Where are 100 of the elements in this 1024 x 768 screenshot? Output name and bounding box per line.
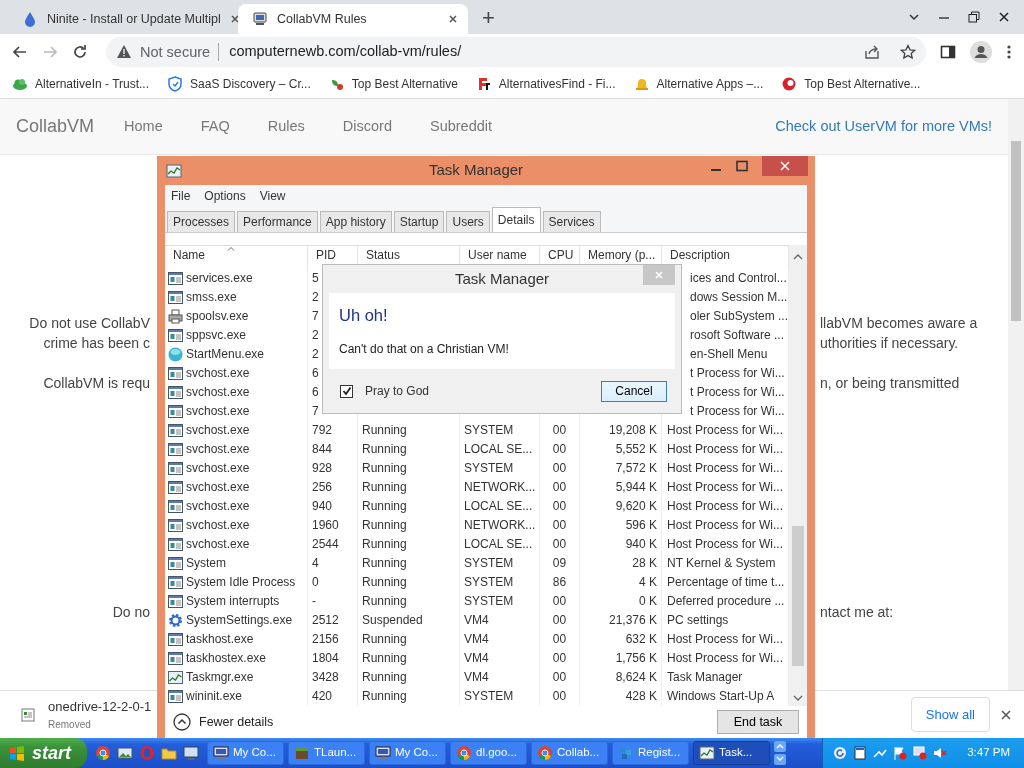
menu-icon[interactable] [1006,44,1012,60]
profile-icon[interactable] [970,41,992,63]
bookmark[interactable]: Top Best Alternative [328,75,458,93]
close-icon[interactable] [1000,708,1012,721]
taskbar-button[interactable]: Collab... [531,741,608,765]
bookmark[interactable]: AlternativeIn - Trust... [12,75,150,93]
tab[interactable]: Performance [237,211,318,232]
program-icon [168,423,183,438]
column-header[interactable]: Name [165,246,308,269]
picture-viewer-icon[interactable] [117,745,133,761]
bookmark[interactable]: SaaS Discovery – Cr... [167,75,311,93]
chevron-up-circle-icon [173,713,191,731]
chart-icon [699,745,715,761]
menu-item[interactable]: Options [204,186,246,205]
nav-link[interactable]: Rules [267,115,305,138]
nav-link[interactable]: FAQ [200,115,230,138]
flag-alert-icon[interactable] [893,746,908,760]
checkbox[interactable] [340,384,353,398]
tab[interactable]: Startup [393,211,445,232]
refresh-icon[interactable] [833,746,848,760]
process-name: spoolsv.exe [186,308,249,325]
checkbox-label[interactable]: Pray to God [365,382,430,400]
side-panel-icon[interactable] [940,44,956,60]
nav-link[interactable]: Discord [342,115,392,138]
start-button[interactable]: start [0,738,87,768]
process-name: taskhost.exe [186,631,254,648]
table-cell: VM4 [460,611,540,630]
taskbar-button[interactable]: Task... [693,741,770,765]
program-icon [168,575,183,590]
dialog-title: Task Manager [453,268,551,289]
process-name: svchost.exe [186,479,250,496]
browser-tab[interactable]: CollabVM Rules [238,4,468,34]
site-brand[interactable]: CollabVM [16,113,95,140]
table-cell: 256 [308,478,358,497]
tab[interactable]: Processes [167,211,236,232]
taskbar-button[interactable]: TLaun... [288,741,365,765]
table-cell: 5,552 K [580,440,662,459]
menu-item[interactable]: View [259,186,286,205]
nav-link[interactable]: Home [124,115,163,138]
fewer-details-button[interactable]: Fewer details [173,712,274,732]
table-cell: 00 [540,611,580,630]
scroll-arrows-icon[interactable] [774,741,786,765]
computer-icon [213,745,229,761]
cancel-button[interactable]: Cancel [601,380,667,402]
maximize-icon[interactable] [736,160,748,172]
bookmark[interactable]: AlternativesFind - Fi... [475,75,616,93]
folder-icon[interactable] [161,745,177,761]
tab[interactable]: Services [542,211,601,232]
checkmark-icon [341,386,352,396]
table-cell: 00 [540,478,580,497]
tab[interactable]: Details [491,207,541,232]
bookmark[interactable]: Top Best Alternative... [781,75,921,93]
tab[interactable]: Users [446,211,490,232]
restore-icon[interactable] [968,11,980,23]
chevron-down-icon[interactable] [793,694,803,702]
chevron-down-icon[interactable] [908,11,920,23]
program-icon [168,632,183,647]
browser-tab[interactable]: Ninite - Install or Update Multipl [8,4,238,34]
scrollbar[interactable] [789,245,807,706]
sort-caret-icon [227,246,235,251]
download-status: Removed [48,717,92,732]
show-all-button[interactable]: Show all [910,696,990,733]
address-bar[interactable]: Not secure computernewb.com/collab-vm/rules/ [106,37,926,67]
program-icon [168,461,183,476]
scrollbar-thumb[interactable] [792,526,804,666]
star-icon[interactable] [900,44,916,60]
monitor-alert-icon[interactable] [913,746,928,760]
reload-icon[interactable] [72,44,88,60]
close-icon[interactable] [448,14,458,24]
chart-icon [168,670,183,685]
promo-link[interactable]: Check out UserVM for more VMs! [775,115,992,138]
table-cell: 00 [540,421,580,440]
close-icon[interactable] [229,14,240,24]
scrollbar-thumb[interactable] [1011,141,1021,321]
chevron-up-icon[interactable] [793,253,803,261]
taskbar-button[interactable]: dl.goo... [450,741,527,765]
table-cell: 00 [540,649,580,668]
table-cell: SYSTEM [460,573,540,592]
tab[interactable]: App history [319,211,392,232]
table-cell: VM4 [460,649,540,668]
file-name[interactable]: onedrive-12-2-0-1 [48,697,152,717]
bookmark[interactable]: Alternative Apps –... [633,75,764,93]
taskbar-button[interactable]: Regist... [612,741,689,765]
chrome-icon[interactable] [95,745,111,761]
close-icon[interactable] [998,11,1010,23]
scrollbar[interactable] [1008,99,1024,690]
end-task-button[interactable]: End task [717,709,799,735]
nav-link[interactable]: Subreddit [429,115,493,138]
monitor-icon[interactable] [183,745,199,761]
new-tab-button[interactable]: + [482,4,495,32]
table-cell: 596 K [580,516,662,535]
menu-item[interactable]: File [171,186,191,205]
back-icon[interactable] [12,44,28,60]
share-icon[interactable] [864,44,880,60]
window-icon[interactable] [853,746,868,760]
taskbar-button[interactable]: My Co... [369,741,446,765]
table-cell: SYSTEM [460,687,540,706]
taskbar-button[interactable]: My Co... [207,741,284,765]
mute-icon[interactable] [933,746,948,760]
table-cell: SYSTEM [460,459,540,478]
